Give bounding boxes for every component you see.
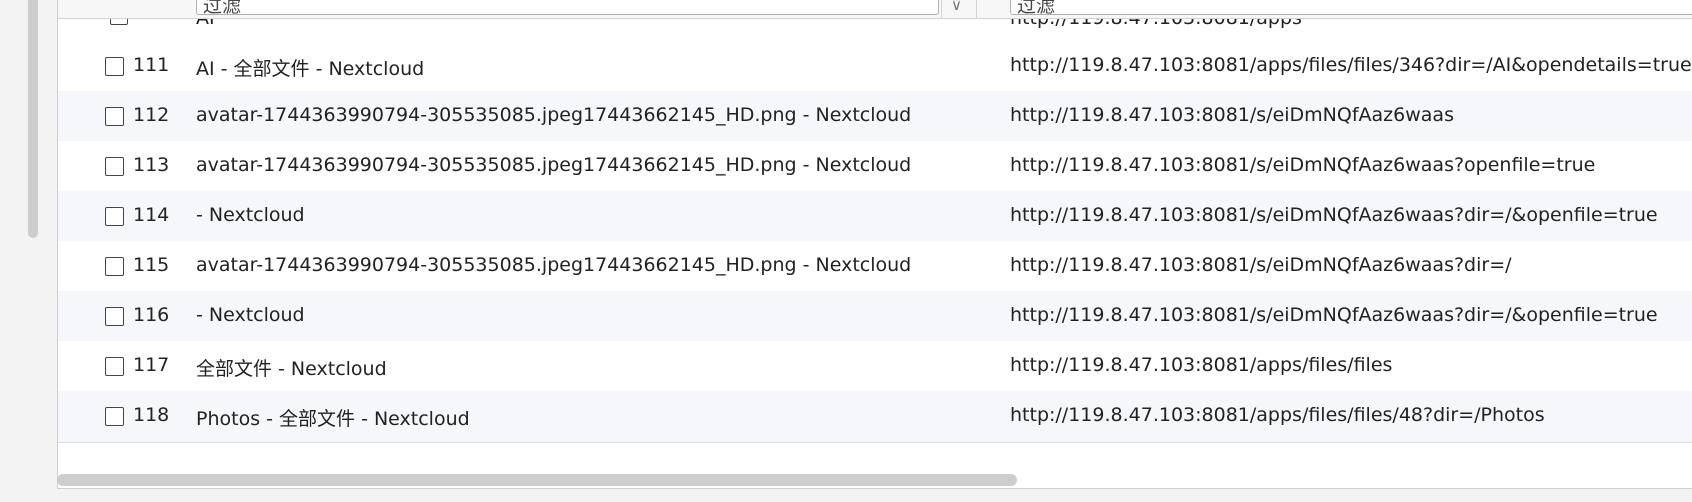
row-title: 全部文件 - Nextcloud bbox=[196, 358, 387, 380]
row-url: http://119.8.47.103:8081/s/eiDmNQfAaz6wa… bbox=[1010, 204, 1658, 226]
table-row[interactable]: 116 - Nextcloud http://119.8.47.103:8081/s… bbox=[58, 291, 1692, 343]
url-filter-input[interactable]: 过滤 bbox=[1010, 0, 1692, 15]
history-table: 过滤 ⊽ 过滤 AI http://119.8.47.103:8081/apps… bbox=[57, 0, 1692, 489]
row-number: 117 bbox=[133, 354, 170, 376]
row-checkbox[interactable] bbox=[105, 157, 124, 176]
table-row[interactable]: 115 avatar-1744363990794-305535085.jpeg17… bbox=[58, 241, 1692, 293]
row-url: http://119.8.47.103:8081/s/eiDmNQfAaz6wa… bbox=[1010, 304, 1658, 326]
row-number: 116 bbox=[133, 304, 170, 326]
row-number: 112 bbox=[133, 104, 170, 126]
row-title: avatar-1744363990794-305535085.jpeg17443… bbox=[196, 254, 912, 276]
row-title: AI - 全部文件 - Nextcloud bbox=[196, 58, 425, 80]
row-number: 118 bbox=[133, 404, 170, 426]
row-url: http://119.8.47.103:8081/apps bbox=[1010, 19, 1302, 29]
row-checkbox[interactable] bbox=[105, 207, 124, 226]
filter-row: 过滤 ⊽ 过滤 bbox=[58, 0, 1692, 19]
column-separator[interactable] bbox=[976, 0, 977, 18]
row-title: - Nextcloud bbox=[196, 304, 305, 326]
table-row[interactable]: 113 avatar-1744363990794-305535085.jpeg17… bbox=[58, 141, 1692, 193]
row-checkbox[interactable] bbox=[105, 107, 124, 126]
table-row[interactable]: 118 Photos - 全部文件 - Nextcloud http://119.8… bbox=[58, 391, 1692, 443]
row-title: AI bbox=[196, 19, 215, 29]
vertical-scrollbar-thumb[interactable] bbox=[28, 0, 38, 238]
row-checkbox[interactable] bbox=[105, 307, 124, 326]
row-url: http://119.8.47.103:8081/apps/files/file… bbox=[1010, 54, 1692, 76]
name-filter-input[interactable]: 过滤 bbox=[196, 0, 939, 15]
row-checkbox[interactable] bbox=[105, 407, 124, 426]
table-row[interactable]: 117 全部文件 - Nextcloud http://119.8.47.103:8… bbox=[58, 341, 1692, 393]
row-checkbox[interactable] bbox=[105, 57, 124, 76]
row-url: http://119.8.47.103:8081/s/eiDmNQfAaz6wa… bbox=[1010, 104, 1454, 126]
horizontal-scrollbar-thumb[interactable] bbox=[57, 474, 1017, 486]
row-checkbox[interactable] bbox=[105, 357, 124, 376]
row-number: 114 bbox=[133, 204, 170, 226]
row-checkbox[interactable] bbox=[105, 257, 124, 276]
row-title: - Nextcloud bbox=[196, 204, 305, 226]
row-checkbox[interactable] bbox=[110, 19, 128, 25]
row-url: http://119.8.47.103:8081/s/eiDmNQfAaz6wa… bbox=[1010, 154, 1596, 176]
row-title: avatar-1744363990794-305535085.jpeg17443… bbox=[196, 154, 912, 176]
row-url: http://119.8.47.103:8081/apps/files/file… bbox=[1010, 404, 1545, 426]
row-url: http://119.8.47.103:8081/apps/files/file… bbox=[1010, 354, 1393, 376]
table-row[interactable]: 112 avatar-1744363990794-305535085.jpeg17… bbox=[58, 91, 1692, 143]
row-title: Photos - 全部文件 - Nextcloud bbox=[196, 408, 470, 430]
column-separator[interactable] bbox=[941, 0, 942, 18]
row-title: avatar-1744363990794-305535085.jpeg17443… bbox=[196, 104, 912, 126]
table-row[interactable]: 114 - Nextcloud http://119.8.47.103:8081/s… bbox=[58, 191, 1692, 243]
row-number: 113 bbox=[133, 154, 170, 176]
filter-icon[interactable]: ⊽ bbox=[951, 0, 962, 14]
row-number: 111 bbox=[133, 54, 170, 76]
row-url: http://119.8.47.103:8081/s/eiDmNQfAaz6wa… bbox=[1010, 254, 1512, 276]
table-row[interactable]: 111 AI - 全部文件 - Nextcloud http://119.8.47.… bbox=[58, 41, 1692, 93]
row-number: 115 bbox=[133, 254, 170, 276]
